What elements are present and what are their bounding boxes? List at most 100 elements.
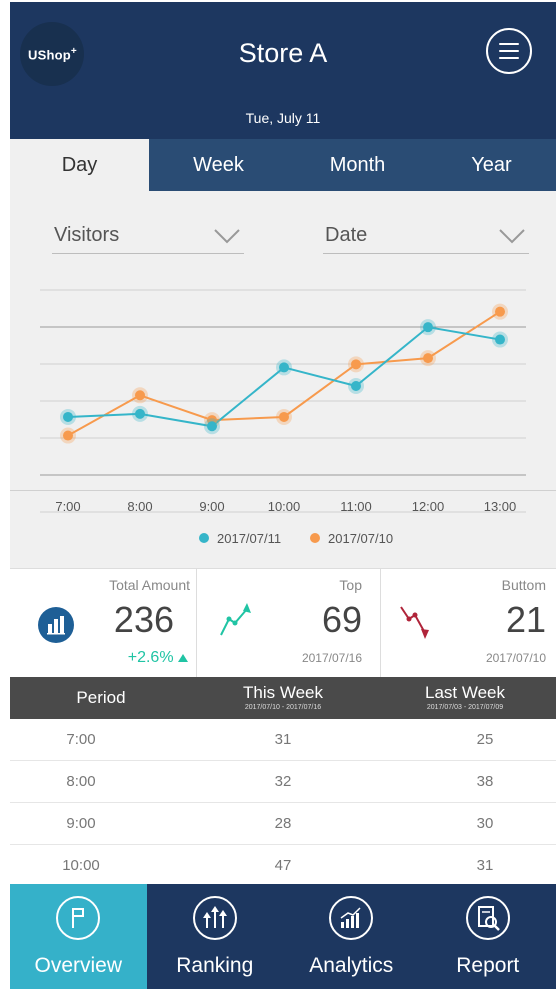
period-tabs: Day Week Month Year xyxy=(10,139,556,191)
nav-overview[interactable]: Overview xyxy=(10,884,147,989)
cell-last-week: 30 xyxy=(476,815,494,832)
tab-day[interactable]: Day xyxy=(10,139,149,191)
col-this-week-range: 2017/07/10 - 2017/07/16 xyxy=(244,704,322,711)
cell-this-week: 28 xyxy=(274,815,292,832)
data-point[interactable] xyxy=(423,353,433,364)
nav-report[interactable]: Report xyxy=(420,884,556,989)
table-header: Period This Week 2017/07/10 - 2017/07/16… xyxy=(10,677,556,719)
metric-select-value: Visitors xyxy=(54,224,120,246)
table-row[interactable]: 10:00 47 31 xyxy=(10,845,556,887)
cell-this-week: 31 xyxy=(274,731,292,748)
cell-period: 8:00 xyxy=(66,773,96,790)
chevron-down-icon xyxy=(499,229,525,244)
nav-ranking[interactable]: Ranking xyxy=(147,884,284,989)
chart-axis-area: 7:00 8:00 9:00 10:00 11:00 12:00 13:00 2017/07/… xyxy=(10,490,556,570)
top-label: Top xyxy=(339,577,362,593)
tab-month[interactable]: Month xyxy=(288,139,427,191)
cell-this-week: 47 xyxy=(274,857,292,874)
trend-up-icon xyxy=(220,603,251,636)
total-amount-value: 236 xyxy=(113,599,174,640)
data-point[interactable] xyxy=(423,322,433,333)
menu-button[interactable] xyxy=(486,28,532,74)
nav-analytics-label: Analytics xyxy=(309,954,394,977)
nav-report-label: Report xyxy=(456,954,520,977)
table-row[interactable]: 8:00 32 38 xyxy=(10,761,556,803)
tab-week[interactable]: Week xyxy=(149,139,288,191)
top-value: 69 xyxy=(321,599,362,640)
top-card[interactable]: Top 69 2017/07/16 xyxy=(197,569,380,679)
data-point[interactable] xyxy=(135,408,145,419)
nav-ranking-label: Ranking xyxy=(176,954,254,977)
col-this-week-label: This Week xyxy=(243,683,323,702)
menu-line xyxy=(499,50,519,52)
tab-year[interactable]: Year xyxy=(427,139,556,191)
data-point[interactable] xyxy=(207,421,217,432)
cell-this-week: 32 xyxy=(274,773,292,790)
legend-label: 2017/07/11 xyxy=(217,531,281,546)
menu-line xyxy=(499,57,519,59)
data-point[interactable] xyxy=(63,430,73,441)
cell-last-week: 31 xyxy=(476,857,494,874)
chevron-down-icon xyxy=(214,229,240,244)
current-date: Tue, July 11 xyxy=(245,110,321,126)
bottom-label: Buttom xyxy=(501,577,546,593)
store-title: Store A xyxy=(238,38,328,68)
report-search-icon xyxy=(465,896,510,940)
x-tick-label: 8:00 xyxy=(127,499,152,514)
x-tick-label: 7:00 xyxy=(55,499,80,514)
table-body: 7:00 31 25 8:00 32 38 9:00 28 30 10:00 4… xyxy=(10,719,556,887)
analytics-chart-icon xyxy=(329,896,374,940)
metric-select[interactable]: Visitors xyxy=(52,224,244,254)
data-point[interactable] xyxy=(135,390,145,401)
date-select[interactable]: Date xyxy=(323,224,529,254)
cell-period: 9:00 xyxy=(66,815,96,832)
data-point[interactable] xyxy=(279,362,289,373)
legend-swatch xyxy=(310,533,320,543)
total-amount-card[interactable]: Total Amount 236 +2.6% xyxy=(10,569,196,679)
legend-swatch xyxy=(199,533,209,543)
table-row[interactable]: 7:00 31 25 xyxy=(10,719,556,761)
data-point[interactable] xyxy=(279,411,289,422)
col-this-week: This Week 2017/07/10 - 2017/07/16 xyxy=(192,677,374,719)
data-point[interactable] xyxy=(351,381,361,391)
col-last-week: Last Week 2017/07/03 - 2017/07/09 xyxy=(374,677,556,719)
x-tick-label: 13:00 xyxy=(484,499,517,514)
data-point[interactable] xyxy=(351,359,361,370)
cell-period: 10:00 xyxy=(62,857,100,874)
x-tick-label: 10:00 xyxy=(268,499,301,514)
total-amount-label: Total Amount xyxy=(109,577,190,593)
data-point[interactable] xyxy=(495,306,505,317)
date-select-value: Date xyxy=(325,224,368,246)
trend-down-icon xyxy=(400,606,429,639)
data-point[interactable] xyxy=(495,334,505,345)
data-point[interactable] xyxy=(63,411,73,422)
table-row[interactable]: 9:00 28 30 xyxy=(10,803,556,845)
bottom-nav: Overview Ranking Analytics Report xyxy=(10,884,556,989)
ranking-arrows-icon xyxy=(192,896,237,940)
col-period: Period xyxy=(10,677,192,719)
flag-icon xyxy=(56,896,101,940)
summary-cards: Total Amount 236 +2.6% Top 69 2017/07/16 xyxy=(10,568,556,679)
menu-line xyxy=(499,43,519,45)
col-last-week-label: Last Week xyxy=(424,683,505,702)
triangle-up-icon xyxy=(178,654,188,662)
bottom-value: 21 xyxy=(505,599,546,640)
nav-analytics[interactable]: Analytics xyxy=(283,884,420,989)
nav-overview-label: Overview xyxy=(34,954,123,977)
bottom-card[interactable]: Buttom 21 2017/07/10 xyxy=(381,569,556,679)
col-period-label: Period xyxy=(76,688,126,707)
x-tick-label: 11:00 xyxy=(340,499,372,514)
app-frame: UShop+ Store A Tue, July 11 Day Week Mon… xyxy=(10,2,556,989)
x-tick-label: 9:00 xyxy=(199,499,224,514)
cell-period: 7:00 xyxy=(66,731,96,748)
total-change: +2.6% xyxy=(128,649,188,667)
top-date: 2017/07/16 xyxy=(301,651,362,665)
total-change-value: +2.6% xyxy=(127,649,174,666)
col-last-week-range: 2017/07/03 - 2017/07/09 xyxy=(426,704,504,711)
bottom-date: 2017/07/10 xyxy=(485,651,546,665)
bar-chart-icon xyxy=(38,607,74,643)
x-tick-label: 12:00 xyxy=(412,499,445,514)
app-header: UShop+ Store A Tue, July 11 xyxy=(10,2,556,139)
cell-last-week: 25 xyxy=(476,731,494,748)
legend-label: 2017/07/10 xyxy=(328,531,393,546)
